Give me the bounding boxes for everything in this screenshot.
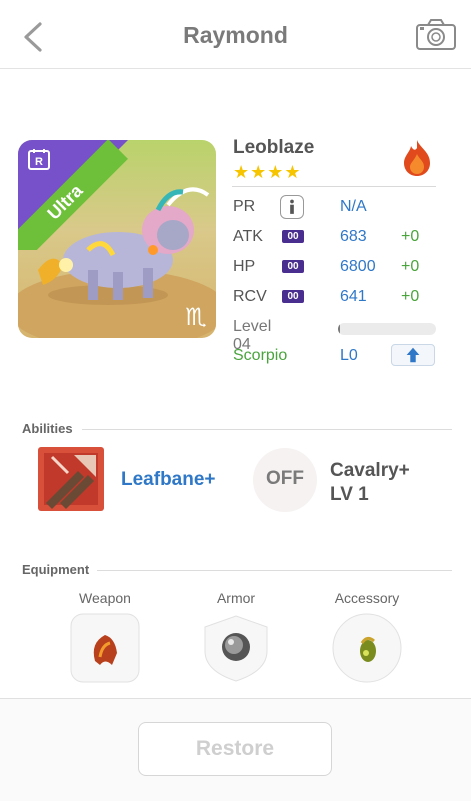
stat-label: PR: [233, 198, 256, 215]
equipment-title: Equipment: [22, 562, 90, 577]
ability-name[interactable]: Leafbane+: [121, 469, 216, 491]
rarity-badge-icon: R: [28, 149, 50, 170]
stat-bonus: +0: [401, 228, 420, 245]
monster-name: Leoblaze: [233, 137, 315, 158]
plus-badge: 00: [282, 230, 304, 243]
leafbane-icon[interactable]: [38, 447, 104, 511]
plus-badge: 00: [282, 260, 304, 273]
restore-button[interactable]: Restore: [138, 722, 332, 776]
stat-label: ATK: [233, 228, 263, 245]
stat-value: 683: [340, 228, 367, 245]
level-progress-fill: [338, 323, 340, 335]
stat-value: 6800: [340, 258, 376, 275]
zodiac-label: Scorpio: [233, 347, 288, 364]
armor-slot-icon[interactable]: [201, 613, 271, 683]
stat-label: RCV: [233, 288, 267, 305]
upgrade-arrow-icon[interactable]: [391, 344, 435, 366]
ability-secondary[interactable]: Cavalry+ LV 1: [330, 459, 410, 507]
divider: [82, 429, 452, 430]
monster-card[interactable]: Ultra R ♏: [18, 140, 216, 338]
ability-secondary-level: LV 1: [330, 484, 369, 505]
divider: [232, 186, 436, 187]
ability-status: OFF: [266, 468, 304, 489]
abilities-title: Abilities: [22, 421, 73, 436]
top-bar: Raymond: [0, 0, 471, 69]
star-rating: ★★★★: [233, 162, 302, 182]
accessory-slot-icon[interactable]: [332, 613, 402, 683]
armor-label: Armor: [216, 590, 256, 606]
page-title: Raymond: [183, 22, 288, 48]
scorpio-icon: ♏: [185, 304, 207, 331]
accessory-label: Accessory: [334, 590, 400, 606]
stat-value: 641: [340, 288, 367, 305]
rarity-badge-letter: R: [35, 156, 43, 168]
stat-bonus: +0: [401, 288, 420, 305]
camera-icon[interactable]: [415, 18, 457, 52]
zodiac-level: L0: [340, 347, 358, 364]
info-icon[interactable]: [280, 195, 304, 219]
stat-value: N/A: [340, 198, 367, 215]
weapon-slot-icon[interactable]: [70, 613, 140, 683]
plus-badge: 00: [282, 290, 304, 303]
ability-secondary-name: Cavalry+: [330, 460, 410, 481]
level-progress-bar: [338, 323, 436, 335]
fire-icon: [404, 140, 430, 176]
stat-label: HP: [233, 258, 256, 275]
divider: [97, 570, 452, 571]
weapon-label: Weapon: [79, 590, 131, 606]
stat-bonus: +0: [401, 258, 420, 275]
